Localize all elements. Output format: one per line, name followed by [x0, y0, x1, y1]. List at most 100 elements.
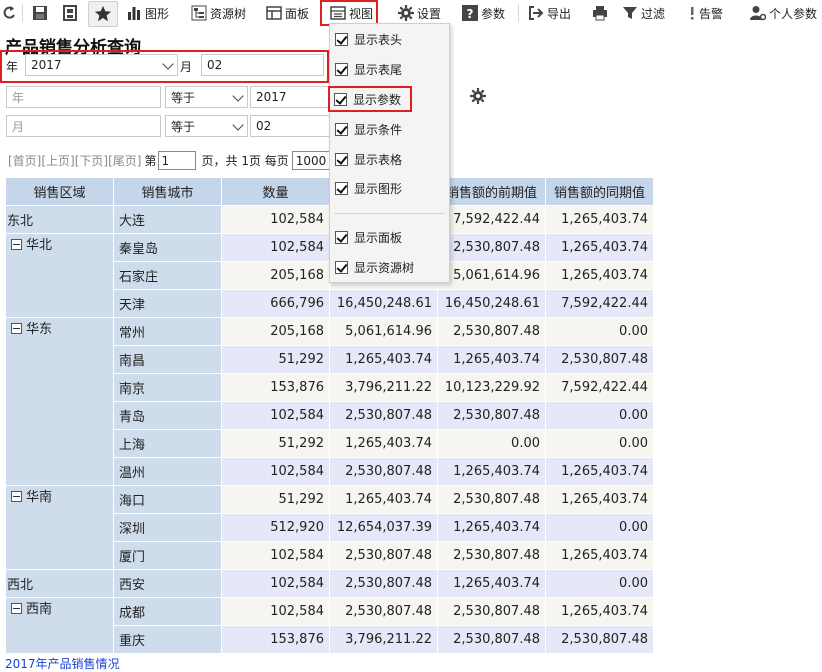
params-button[interactable]: ? 参数 — [462, 3, 505, 23]
settings-button[interactable]: 设置 — [398, 3, 441, 23]
column-header[interactable]: 销售额的前期值 — [437, 177, 546, 206]
region-label: 华北 — [26, 238, 53, 253]
checkbox-checked-icon[interactable] — [335, 152, 348, 166]
menu-item-show-footer[interactable]: 显示表尾 — [335, 58, 402, 80]
footer-chart-link[interactable]: 2017年产品销售情况 — [5, 655, 120, 672]
city-cell: 青岛 — [113, 401, 222, 430]
checkbox-checked-icon[interactable] — [335, 230, 348, 244]
checkbox-checked-icon[interactable] — [335, 62, 348, 76]
column-header[interactable]: 销售区域 — [5, 177, 114, 206]
save-icon — [33, 6, 47, 20]
chart-button[interactable]: 图形 — [126, 3, 169, 23]
print-button[interactable] — [592, 3, 608, 23]
toolbar-divider — [518, 4, 519, 22]
menu-item-show-params[interactable]: 显示参数 — [328, 86, 412, 112]
condition-operator-year[interactable]: 等于 — [165, 86, 248, 108]
same-cell: 1,265,403.74 — [545, 485, 654, 514]
column-header[interactable]: 销售额的同期值 — [545, 177, 654, 206]
condition-value-month[interactable]: 02 — [250, 115, 330, 137]
pager-prev-link[interactable]: [上页] — [41, 152, 74, 169]
menu-divider — [334, 213, 445, 214]
print-icon — [593, 6, 607, 21]
pager-first-link[interactable]: [首页] — [8, 152, 41, 169]
checkbox-checked-icon[interactable] — [335, 32, 348, 46]
collapse-icon[interactable] — [11, 239, 22, 250]
city-cell: 西安 — [113, 569, 222, 598]
pager-per-page-input[interactable]: 1000 — [291, 151, 332, 170]
view-button[interactable]: 视图 — [319, 0, 379, 26]
qty-cell: 153,876 — [221, 373, 330, 402]
collapse-icon[interactable] — [11, 491, 22, 502]
personal-params-button[interactable]: 个人参数 — [750, 3, 817, 23]
same-cell: 7,592,422.44 — [545, 289, 654, 318]
column-header[interactable]: 数量 — [221, 177, 330, 206]
city-cell: 深圳 — [113, 513, 222, 542]
menu-item-show-table[interactable]: 显示表格 — [335, 148, 402, 170]
checkbox-checked-icon[interactable] — [335, 260, 348, 274]
menu-item-show-panel[interactable]: 显示面板 — [335, 226, 402, 248]
condition-operator-month[interactable]: 等于 — [165, 115, 248, 137]
same-cell: 1,265,403.74 — [545, 597, 654, 626]
pager-last-link[interactable]: [尾页] — [108, 152, 141, 169]
sales-cell: 2,530,807.48 — [329, 541, 438, 570]
pager-page-input[interactable]: 1 — [157, 151, 196, 170]
collapse-icon[interactable] — [11, 603, 22, 614]
qty-cell: 102,584 — [221, 205, 330, 234]
star-icon — [94, 5, 112, 22]
condition-field-year-text: 年 — [12, 90, 25, 105]
city-cell: 天津 — [113, 289, 222, 318]
menu-item-show-conditions[interactable]: 显示条件 — [335, 118, 402, 140]
save-button[interactable] — [32, 3, 48, 23]
month-param-input[interactable]: 02 — [201, 54, 324, 76]
view-menu: 显示表头 显示表尾 显示参数 显示条件 显示表格 显示图形 显示面板 显示资源树 — [328, 23, 450, 283]
menu-item-label: 显示参数 — [353, 92, 402, 107]
month-param-label: 月 — [180, 60, 193, 74]
menu-item-show-resource-tree[interactable]: 显示资源树 — [335, 256, 414, 278]
menu-item-show-header[interactable]: 显示表头 — [335, 28, 402, 50]
prev-cell: 1,265,403.74 — [437, 345, 546, 374]
filter-button[interactable]: 过滤 — [622, 3, 665, 23]
personal-params-button-label: 个人参数 — [769, 6, 818, 21]
city-cell: 上海 — [113, 429, 222, 458]
prev-cell: 2,530,807.48 — [437, 485, 546, 514]
city-cell: 南昌 — [113, 345, 222, 374]
same-cell: 1,265,403.74 — [545, 261, 654, 290]
city-cell: 成都 — [113, 597, 222, 626]
pager-next-link[interactable]: [下页] — [75, 152, 108, 169]
checkbox-checked-icon[interactable] — [335, 122, 348, 136]
condition-value-year-text: 2017 — [256, 90, 287, 104]
gear-icon — [398, 5, 414, 21]
save-as-button[interactable] — [62, 3, 78, 23]
panel-button[interactable]: 面板 — [266, 3, 309, 23]
table-row: 华南 海口 51,292 1,265,403.74 2,530,807.48 1… — [5, 485, 654, 570]
same-cell: 7,592,422.44 — [545, 373, 654, 402]
pager: [首页] [上页] [下页] [尾页] 第 1 页，共 1页 每页 1000 行 — [8, 151, 347, 170]
qty-cell: 102,584 — [221, 569, 330, 598]
condition-value-year[interactable]: 2017 — [250, 86, 330, 108]
city-cell: 海口 — [113, 485, 222, 514]
view-icon — [330, 6, 346, 20]
qty-cell: 102,584 — [221, 233, 330, 262]
condition-field-month[interactable]: 月 — [6, 115, 161, 137]
collapse-icon[interactable] — [11, 323, 22, 334]
prev-cell: 7,592,422.44 — [437, 205, 546, 234]
region-cell: 华南 — [5, 485, 114, 570]
resource-tree-button-label: 资源树 — [210, 6, 247, 21]
checkbox-checked-icon[interactable] — [335, 181, 348, 195]
refresh-button[interactable] — [2, 3, 16, 23]
alert-button[interactable]: 告警 — [688, 3, 723, 23]
resource-tree-button[interactable]: 资源树 — [191, 3, 246, 23]
prev-cell: 1,265,403.74 — [437, 569, 546, 598]
column-header[interactable]: 销售城市 — [113, 177, 222, 206]
favorite-button[interactable] — [88, 1, 118, 27]
export-button[interactable]: 导出 — [528, 3, 571, 23]
condition-settings-button[interactable] — [470, 88, 486, 107]
condition-field-year[interactable]: 年 — [6, 86, 161, 108]
sales-cell: 5,061,614.96 — [329, 317, 438, 346]
prev-cell: 16,450,248.61 — [437, 289, 546, 318]
table-row: 西南 成都 102,584 2,530,807.48 2,530,807.48 … — [5, 597, 654, 654]
menu-item-label: 显示图形 — [354, 181, 403, 196]
year-param-select[interactable]: 2017 — [25, 54, 178, 76]
checkbox-checked-icon[interactable] — [334, 92, 347, 106]
menu-item-show-chart[interactable]: 显示图形 — [335, 177, 402, 199]
